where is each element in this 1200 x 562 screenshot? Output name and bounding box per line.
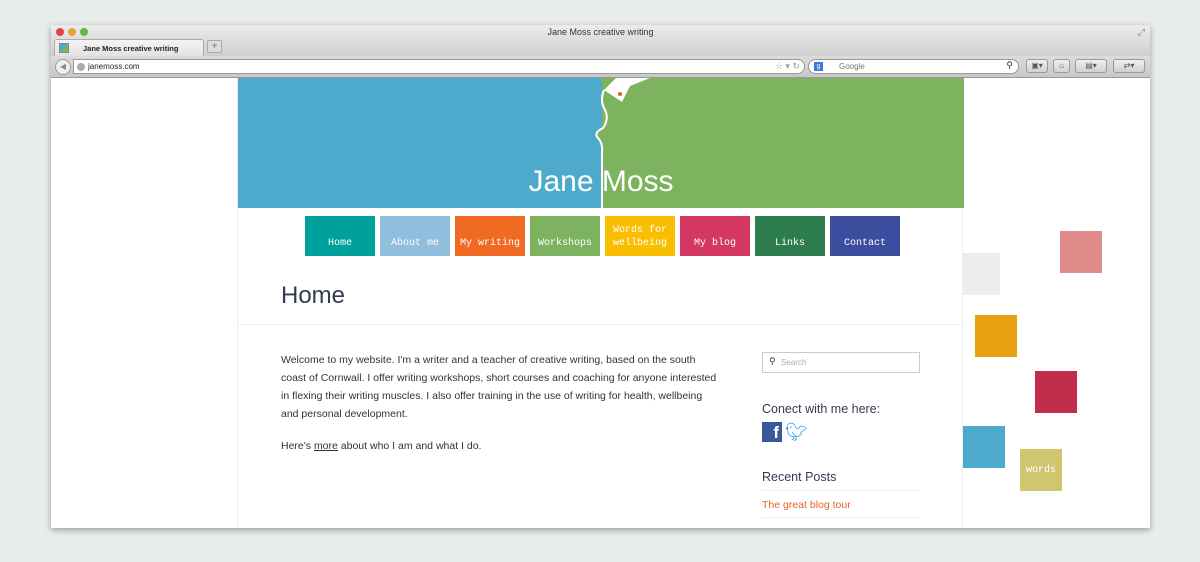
recent-post-link[interactable]: The great blog tour xyxy=(762,491,920,518)
nav-workshops[interactable]: Workshops xyxy=(530,216,600,256)
url-text: janemoss.com xyxy=(88,62,140,71)
more-prefix: Here's xyxy=(281,440,314,452)
facebook-icon[interactable]: f xyxy=(762,422,782,442)
search-placeholder: Google xyxy=(839,62,865,71)
nav-links[interactable]: Links xyxy=(755,216,825,256)
search-icon[interactable]: ⚲ xyxy=(1006,60,1013,71)
tab-title: Jane Moss creative writing xyxy=(83,44,179,53)
nav-my-blog[interactable]: My blog xyxy=(680,216,750,256)
decor-words-square: words xyxy=(1020,449,1062,491)
page-title: Home xyxy=(281,282,346,309)
sidebar-search-input[interactable]: ⚲ Search xyxy=(762,352,920,373)
nav-my-writing[interactable]: My writing xyxy=(455,216,525,256)
more-link[interactable]: more xyxy=(314,440,338,452)
twitter-icon[interactable]: 🐦︎ xyxy=(785,422,808,442)
bookmark-star-icon[interactable]: ☆ ▾ ↻ xyxy=(775,61,800,72)
sidebar: ⚲ Search Conect with me here: f 🐦︎ Recent … xyxy=(762,352,920,518)
more-paragraph: Here's more about who I am and what I do… xyxy=(281,437,721,455)
main-nav: Home About me My writing Workshops Words for… xyxy=(305,216,900,256)
content-column: Jane Moss Home About me My writing Workshop… xyxy=(237,78,964,528)
title-bar: Jane Moss creative writing ⤢ Jane Moss c… xyxy=(51,25,1150,56)
decor-square xyxy=(963,253,1000,295)
divider xyxy=(238,324,964,325)
globe-icon xyxy=(77,63,85,71)
decor-square xyxy=(1060,231,1102,273)
favicon-icon xyxy=(59,43,69,53)
main-content: Welcome to my website. I'm a writer and … xyxy=(281,351,721,469)
decor-square xyxy=(975,315,1017,357)
search-placeholder: Search xyxy=(781,358,807,367)
google-icon: g xyxy=(814,62,823,71)
intro-paragraph: Welcome to my website. I'm a writer and … xyxy=(281,354,717,420)
site-header: Jane Moss xyxy=(238,78,964,208)
browser-search-input[interactable]: g Google ⚲ xyxy=(808,59,1019,74)
extension-button[interactable]: ⇄▾ xyxy=(1113,59,1145,73)
decor-square xyxy=(963,426,1005,468)
new-tab-button[interactable]: + xyxy=(207,40,222,53)
nav-home[interactable]: Home xyxy=(305,216,375,256)
nav-about-me[interactable]: About me xyxy=(380,216,450,256)
more-suffix: about who I am and what I do. xyxy=(337,440,482,452)
search-icon: ⚲ xyxy=(769,356,776,366)
browser-window: Jane Moss creative writing ⤢ Jane Moss c… xyxy=(51,25,1150,528)
tab-active[interactable]: Jane Moss creative writing xyxy=(54,39,204,56)
window-title: Jane Moss creative writing xyxy=(547,27,654,37)
addon-button[interactable]: ▤▾ xyxy=(1075,59,1107,73)
address-bar[interactable]: janemoss.com ☆ ▾ ↻ xyxy=(73,59,805,74)
decor-square xyxy=(1035,371,1077,413)
bookmarks-button[interactable]: ▣▾ xyxy=(1026,59,1048,73)
nav-words-for-wellbeing[interactable]: Words for wellbeing xyxy=(605,216,675,256)
home-button[interactable]: ⌂ xyxy=(1053,59,1070,73)
webpage: Jane Moss Home About me My writing Workshop… xyxy=(51,78,1150,528)
toolbar: ◀ janemoss.com ☆ ▾ ↻ g Google ⚲ ▣▾ ⌂ ▤▾ ⇄▾ xyxy=(51,56,1150,78)
recent-posts-heading: Recent Posts xyxy=(762,470,920,491)
fullscreen-icon[interactable]: ⤢ xyxy=(1138,27,1145,38)
nav-contact[interactable]: Contact xyxy=(830,216,900,256)
back-button[interactable]: ◀ xyxy=(55,59,71,75)
site-title[interactable]: Jane Moss xyxy=(238,165,964,199)
connect-heading: Conect with me here: xyxy=(762,402,881,416)
